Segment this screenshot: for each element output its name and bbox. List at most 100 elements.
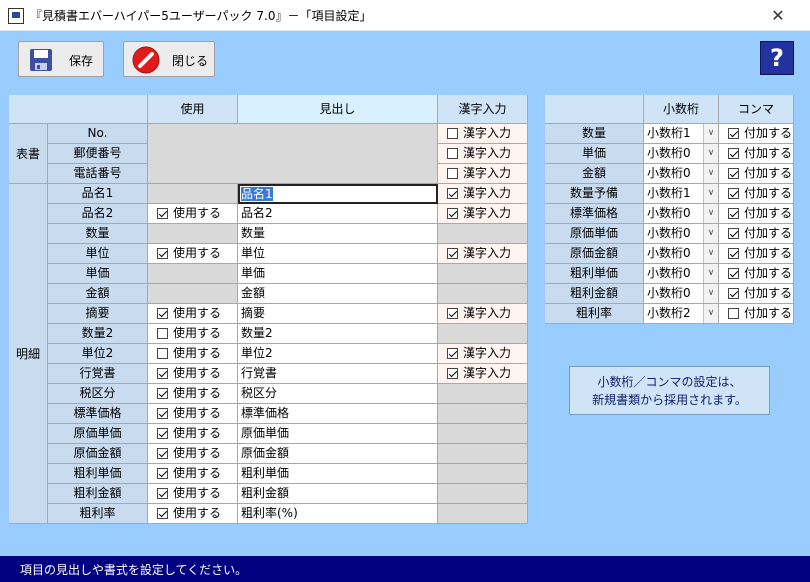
kanji-cell[interactable]: 漢字入力: [438, 244, 528, 264]
heading-input-selected[interactable]: 品名1: [241, 187, 273, 201]
kanji-checkbox[interactable]: [447, 188, 458, 199]
heading-cell[interactable]: 金額: [238, 284, 438, 304]
decimal-select[interactable]: 小数桁0 ∨: [644, 204, 719, 224]
heading-cell[interactable]: 粗利率(%): [238, 504, 438, 524]
use-checkbox[interactable]: [157, 328, 168, 339]
decimal-select[interactable]: 小数桁0 ∨: [644, 244, 719, 264]
comma-checkbox[interactable]: [728, 268, 739, 279]
kanji-cell[interactable]: 漢字入力: [438, 164, 528, 184]
decimal-select[interactable]: 小数桁0 ∨: [644, 284, 719, 304]
comma-cell[interactable]: 付加する: [719, 284, 794, 304]
heading-cell[interactable]: 数量: [238, 224, 438, 244]
kanji-cell[interactable]: 漢字入力: [438, 304, 528, 324]
chevron-down-icon[interactable]: ∨: [703, 144, 718, 163]
use-checkbox[interactable]: [157, 208, 168, 219]
heading-cell[interactable]: 単位: [238, 244, 438, 264]
comma-cell[interactable]: 付加する: [719, 164, 794, 184]
decimal-select[interactable]: 小数桁0 ∨: [644, 264, 719, 284]
heading-cell[interactable]: 摘要: [238, 304, 438, 324]
chevron-down-icon[interactable]: ∨: [703, 284, 718, 303]
use-checkbox[interactable]: [157, 488, 168, 499]
comma-cell[interactable]: 付加する: [719, 304, 794, 324]
heading-cell[interactable]: 品名1: [238, 184, 438, 204]
chevron-down-icon[interactable]: ∨: [703, 204, 718, 223]
use-cell[interactable]: 使用する: [148, 484, 238, 504]
use-cell[interactable]: 使用する: [148, 344, 238, 364]
heading-cell[interactable]: 粗利金額: [238, 484, 438, 504]
kanji-checkbox[interactable]: [447, 168, 458, 179]
comma-cell[interactable]: 付加する: [719, 124, 794, 144]
comma-checkbox[interactable]: [728, 168, 739, 179]
use-cell[interactable]: 使用する: [148, 384, 238, 404]
chevron-down-icon[interactable]: ∨: [703, 224, 718, 243]
use-checkbox[interactable]: [157, 308, 168, 319]
use-cell[interactable]: 使用する: [148, 244, 238, 264]
comma-checkbox[interactable]: [728, 128, 739, 139]
kanji-cell[interactable]: 漢字入力: [438, 364, 528, 384]
heading-cell[interactable]: 品名2: [238, 204, 438, 224]
comma-checkbox[interactable]: [728, 188, 739, 199]
heading-cell[interactable]: 粗利単価: [238, 464, 438, 484]
kanji-cell[interactable]: 漢字入力: [438, 184, 528, 204]
use-checkbox[interactable]: [157, 248, 168, 259]
use-checkbox[interactable]: [157, 348, 168, 359]
use-cell[interactable]: 使用する: [148, 204, 238, 224]
use-checkbox[interactable]: [157, 368, 168, 379]
use-checkbox[interactable]: [157, 388, 168, 399]
use-cell[interactable]: 使用する: [148, 444, 238, 464]
kanji-cell[interactable]: 漢字入力: [438, 344, 528, 364]
kanji-checkbox[interactable]: [447, 248, 458, 259]
comma-cell[interactable]: 付加する: [719, 204, 794, 224]
use-cell[interactable]: 使用する: [148, 504, 238, 524]
chevron-down-icon[interactable]: ∨: [703, 244, 718, 263]
kanji-checkbox[interactable]: [447, 128, 458, 139]
save-button[interactable]: 保存: [18, 41, 104, 77]
kanji-cell[interactable]: 漢字入力: [438, 204, 528, 224]
decimal-select[interactable]: 小数桁1 ∨: [644, 184, 719, 204]
chevron-down-icon[interactable]: ∨: [703, 184, 718, 203]
kanji-checkbox[interactable]: [447, 208, 458, 219]
kanji-checkbox[interactable]: [447, 368, 458, 379]
comma-checkbox[interactable]: [728, 208, 739, 219]
kanji-checkbox[interactable]: [447, 348, 458, 359]
heading-cell[interactable]: 税区分: [238, 384, 438, 404]
comma-checkbox[interactable]: [728, 228, 739, 239]
use-cell[interactable]: 使用する: [148, 304, 238, 324]
comma-checkbox[interactable]: [728, 288, 739, 299]
heading-cell[interactable]: 標準価格: [238, 404, 438, 424]
comma-cell[interactable]: 付加する: [719, 264, 794, 284]
use-checkbox[interactable]: [157, 468, 168, 479]
use-checkbox[interactable]: [157, 428, 168, 439]
use-checkbox[interactable]: [157, 448, 168, 459]
heading-cell[interactable]: 単価: [238, 264, 438, 284]
kanji-checkbox[interactable]: [447, 148, 458, 159]
heading-cell[interactable]: 行覚書: [238, 364, 438, 384]
decimal-select[interactable]: 小数桁0 ∨: [644, 164, 719, 184]
heading-cell[interactable]: 原価金額: [238, 444, 438, 464]
use-cell[interactable]: 使用する: [148, 424, 238, 444]
comma-checkbox[interactable]: [728, 248, 739, 259]
chevron-down-icon[interactable]: ∨: [703, 304, 718, 323]
close-window-button[interactable]: ✕: [760, 4, 796, 28]
comma-cell[interactable]: 付加する: [719, 144, 794, 164]
heading-cell[interactable]: 単位2: [238, 344, 438, 364]
kanji-checkbox[interactable]: [447, 308, 458, 319]
use-cell[interactable]: 使用する: [148, 404, 238, 424]
heading-cell[interactable]: 原価単価: [238, 424, 438, 444]
decimal-select[interactable]: 小数桁0 ∨: [644, 224, 719, 244]
heading-cell[interactable]: 数量2: [238, 324, 438, 344]
chevron-down-icon[interactable]: ∨: [703, 264, 718, 283]
comma-checkbox[interactable]: [728, 308, 739, 319]
use-checkbox[interactable]: [157, 408, 168, 419]
help-button[interactable]: ?: [760, 41, 794, 75]
use-cell[interactable]: 使用する: [148, 464, 238, 484]
kanji-cell[interactable]: 漢字入力: [438, 124, 528, 144]
close-button[interactable]: 閉じる: [123, 41, 215, 77]
comma-cell[interactable]: 付加する: [719, 224, 794, 244]
use-cell[interactable]: 使用する: [148, 364, 238, 384]
use-checkbox[interactable]: [157, 508, 168, 519]
comma-checkbox[interactable]: [728, 148, 739, 159]
comma-cell[interactable]: 付加する: [719, 184, 794, 204]
kanji-cell[interactable]: 漢字入力: [438, 144, 528, 164]
chevron-down-icon[interactable]: ∨: [703, 124, 718, 143]
